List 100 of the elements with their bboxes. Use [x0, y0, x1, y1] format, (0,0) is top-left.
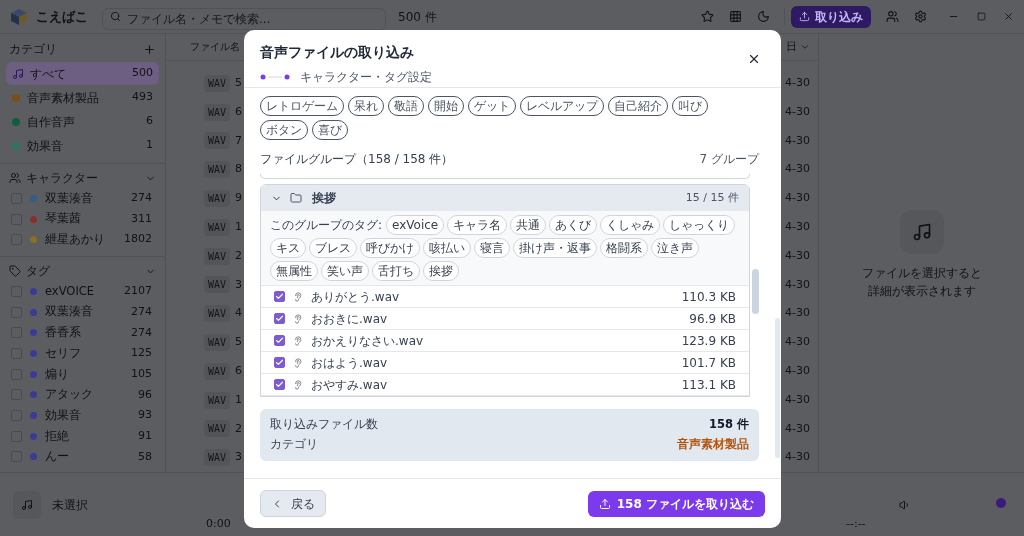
group-file-count: 15 / 15 件: [685, 189, 739, 206]
tag-chip[interactable]: キャラ名: [447, 215, 508, 235]
ear-icon: [293, 357, 303, 368]
add-icon[interactable]: [143, 42, 156, 56]
file-name: 9: [235, 190, 243, 207]
tag-chip[interactable]: 共通: [510, 215, 547, 235]
file-name: 3: [235, 276, 243, 293]
checkbox[interactable]: [274, 335, 285, 346]
filter-label: 紲星あかり: [45, 231, 106, 249]
file-row[interactable]: おおきに.wav 96.9 KB: [261, 308, 749, 330]
moon-icon[interactable]: [757, 10, 770, 23]
tag-chip[interactable]: くしゃみ: [600, 215, 661, 235]
tag-chip[interactable]: 泣き声: [651, 238, 699, 258]
file-row[interactable]: おはよう.wav 101.7 KB: [261, 352, 749, 374]
file-name: おはよう.wav: [311, 354, 388, 372]
back-button[interactable]: 戻る: [260, 490, 326, 517]
checkbox[interactable]: [274, 357, 285, 368]
import-files-button[interactable]: 158 ファイルを取り込む: [587, 490, 765, 517]
tag-chip[interactable]: あくび: [549, 215, 598, 235]
file-type-badge: WAV: [204, 161, 231, 179]
filter-count: 2107: [124, 283, 152, 300]
checkbox[interactable]: [274, 379, 285, 390]
file-size: 101.7 KB: [681, 354, 736, 372]
upload-icon: [799, 11, 810, 22]
tag-chip[interactable]: ブレス: [309, 238, 357, 258]
tag-chip[interactable]: 掛け声・返事: [513, 238, 597, 258]
file-type-badge: WAV: [204, 189, 231, 207]
import-button[interactable]: 取り込み: [791, 5, 871, 28]
tag-chip[interactable]: exVoice: [386, 215, 445, 235]
checkbox[interactable]: [274, 291, 285, 302]
file-date: 4-30: [785, 190, 810, 207]
section-heading: ファイルグループ（158 / 158 件）: [260, 151, 454, 168]
file-date: 4-30: [785, 449, 810, 466]
app-title: こえばこ: [36, 7, 88, 26]
file-name: 1: [235, 218, 243, 235]
grid-icon[interactable]: [729, 10, 742, 23]
tag-chip[interactable]: 挨拶: [423, 261, 459, 281]
file-size: 96.9 KB: [689, 310, 736, 328]
close-icon[interactable]: [1003, 11, 1014, 22]
filter-label: 双葉湊音: [45, 303, 94, 321]
group-header[interactable]: 挨拶 15 / 15 件: [261, 185, 749, 211]
tag-chip[interactable]: 無属性: [270, 261, 318, 281]
file-name: 2: [235, 420, 243, 437]
file-type-badge: WAV: [204, 420, 231, 438]
file-row[interactable]: ありがとう.wav 110.3 KB: [261, 286, 749, 308]
tag-chip[interactable]: キス: [270, 238, 306, 258]
file-name: 3: [235, 449, 243, 466]
category-count: 500: [132, 65, 153, 82]
summary-value: 158 件: [709, 416, 749, 433]
tag-chip[interactable]: 咳払い: [423, 238, 471, 258]
filter-label: 琴葉茜: [45, 210, 82, 228]
scrollbar-thumb[interactable]: [775, 318, 780, 458]
volume-icon[interactable]: [899, 499, 911, 511]
close-button[interactable]: [747, 52, 761, 66]
file-type-badge: WAV: [204, 333, 231, 351]
users-icon[interactable]: [886, 10, 899, 23]
tag-chip[interactable]: 格闘系: [600, 238, 648, 258]
group-tags-label: このグループのタグ:: [270, 217, 383, 234]
volume-knob[interactable]: [996, 498, 1006, 508]
empty-state-text: 詳細が表示されます: [867, 283, 976, 300]
file-row[interactable]: おかえりなさい.wav 123.9 KB: [261, 330, 749, 352]
file-name: 5: [235, 75, 243, 91]
result-count: 500 件: [398, 8, 438, 26]
section-title: キャラクター: [26, 170, 99, 187]
tag-chip[interactable]: 舌打ち: [372, 261, 420, 281]
file-name: おかえりなさい.wav: [311, 332, 424, 350]
category-label: すべて: [30, 65, 67, 83]
tag-chip[interactable]: しゃっくり: [663, 215, 736, 235]
elapsed-time: 0:00: [206, 515, 231, 532]
tag-chip[interactable]: 呼びかけ: [360, 238, 420, 258]
file-row[interactable]: おやすみ.wav 113.1 KB: [261, 374, 749, 396]
file-type-badge: WAV: [204, 247, 231, 265]
music-icon: [911, 222, 932, 242]
category-label: 自作音声: [27, 113, 76, 131]
file-date: 4-30: [785, 132, 810, 149]
file-type-badge: WAV: [204, 391, 231, 409]
maximize-icon[interactable]: [977, 12, 986, 21]
search-field[interactable]: ファイル名・メモで検索...: [102, 7, 386, 30]
category-count: 6: [146, 113, 153, 130]
file-name: 5: [235, 334, 243, 351]
file-date: 4-30: [785, 305, 810, 322]
tag-chip[interactable]: 笑い声: [321, 261, 369, 281]
filter-label: exVOICE: [45, 282, 96, 300]
filter-label: 効果音: [45, 406, 82, 424]
tag-chip[interactable]: 寝言: [474, 238, 510, 258]
upload-icon: [598, 497, 611, 510]
category-label: 音声素材製品: [27, 89, 100, 107]
filter-count: 58: [138, 448, 152, 465]
scrollbar-thumb[interactable]: [752, 269, 759, 314]
star-icon[interactable]: [701, 10, 714, 23]
checkbox[interactable]: [274, 313, 285, 324]
filter-label: 双葉湊音: [45, 189, 94, 207]
filter-label: 香香系: [45, 324, 82, 342]
file-date: 4-30: [785, 362, 810, 379]
folder-icon: [290, 192, 302, 204]
file-name: ありがとう.wav: [311, 288, 400, 306]
section-title: カテゴリ: [9, 41, 57, 58]
settings-icon[interactable]: [914, 10, 927, 23]
filter-count: 125: [131, 345, 152, 362]
ear-icon: [293, 313, 303, 324]
